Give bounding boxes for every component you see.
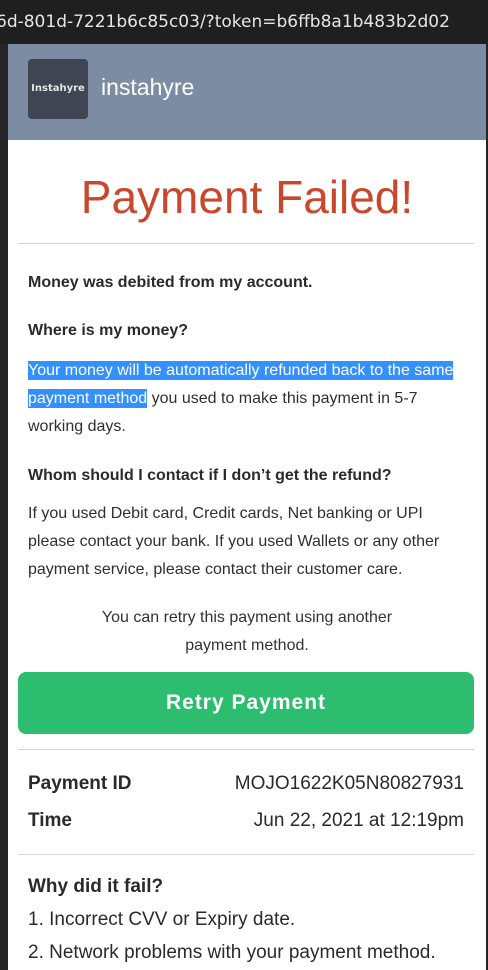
retry-note: You can retry this payment using another…	[8, 604, 486, 660]
failure-reason-item: 2. Network problems with your payment me…	[28, 942, 436, 963]
time-value: Jun 22, 2021 at 12:19pm	[253, 810, 464, 831]
refund-text: you used to make this payment in 5-7	[147, 390, 418, 407]
divider	[18, 243, 474, 244]
merchant-name: instahyre	[101, 74, 195, 100]
retry-note-line: payment method.	[185, 637, 309, 654]
refund-text: working days.	[28, 418, 126, 435]
contact-paragraph: If you used Debit card, Credit cards, Ne…	[28, 500, 468, 584]
payment-id-value: MOJO1622K05N80827931	[234, 773, 464, 794]
contact-line: payment service, please contact their cu…	[28, 561, 403, 578]
retry-payment-button[interactable]: Retry Payment	[18, 672, 474, 734]
contact-question: Whom should I contact if I don’t get the…	[28, 467, 392, 484]
divider	[18, 749, 474, 750]
payment-id-label: Payment ID	[28, 773, 132, 794]
page-title: Payment Failed!	[80, 171, 414, 223]
contact-line: If you used Debit card, Credit cards, Ne…	[28, 505, 423, 522]
retry-note-line: You can retry this payment using another	[101, 609, 393, 626]
selected-text: payment method	[28, 389, 148, 408]
failure-reason-item: 1. Incorrect CVV or Expiry date.	[28, 909, 296, 930]
time-label: Time	[28, 810, 73, 831]
payment-status-card: Instahyre instahyre Payment Failed! Mone…	[8, 44, 486, 970]
contact-line: please contact your bank. If you used Wa…	[28, 533, 440, 550]
debited-text: Money was debited from my account.	[28, 274, 313, 291]
failure-reasons-heading: Why did it fail?	[28, 876, 164, 897]
merchant-logo: Instahyre	[28, 59, 88, 119]
divider	[18, 854, 474, 855]
refund-paragraph: Your money will be automatically refunde…	[28, 357, 468, 441]
address-bar[interactable]: 6d-801d-7221b6c85c03/?token=b6ffb8a1b483…	[0, 0, 488, 44]
merchant-header: Instahyre instahyre	[8, 44, 486, 140]
selected-text: Your money will be automatically refunde…	[28, 361, 454, 380]
where-money-question: Where is my money?	[28, 322, 189, 339]
url-text[interactable]: 6d-801d-7221b6c85c03/?token=b6ffb8a1b483…	[0, 12, 450, 32]
